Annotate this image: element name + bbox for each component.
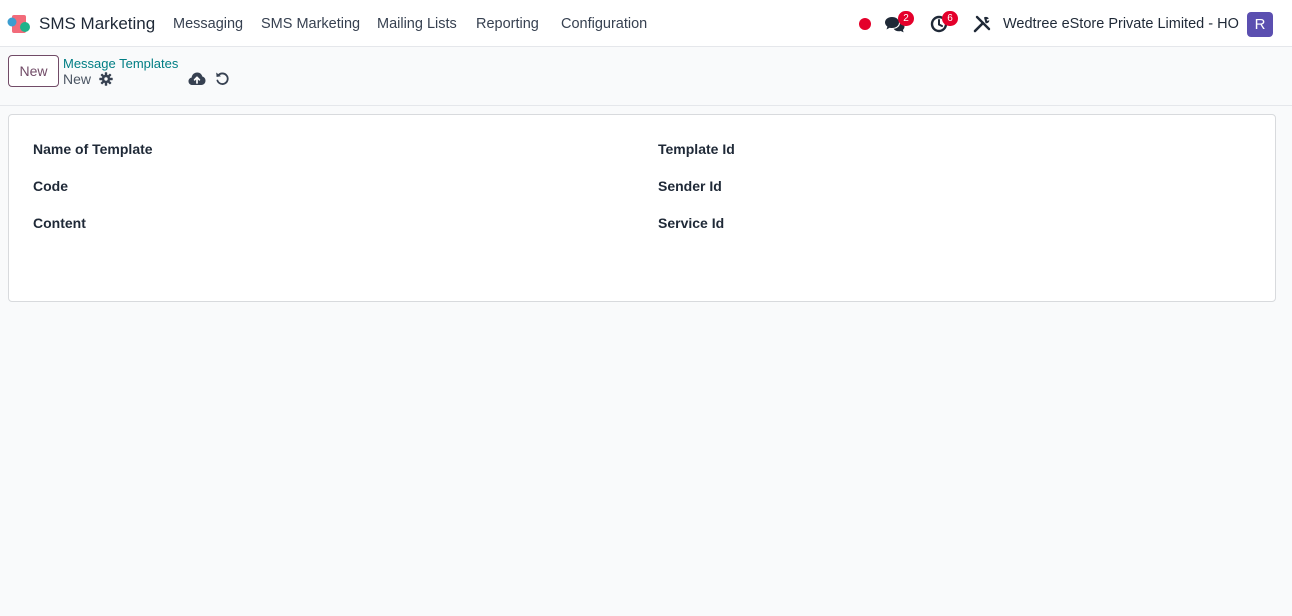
chat-count-badge: 2 bbox=[898, 11, 914, 26]
cloud-upload-icon[interactable] bbox=[188, 71, 206, 86]
field-label-name-of-template: Name of Template bbox=[33, 141, 153, 157]
field-label-code: Code bbox=[33, 178, 68, 194]
activity-count-badge: 6 bbox=[942, 11, 958, 26]
top-navbar: SMS Marketing Messaging SMS Marketing Ma… bbox=[0, 0, 1292, 47]
breadcrumb-message-templates[interactable]: Message Templates bbox=[63, 56, 178, 71]
company-switcher[interactable]: Wedtree eStore Private Limited - HO bbox=[1003, 16, 1239, 32]
menu-item-sms-marketing[interactable]: SMS Marketing bbox=[261, 16, 360, 32]
menu-item-messaging[interactable]: Messaging bbox=[173, 16, 243, 32]
field-label-sender-id: Sender Id bbox=[658, 178, 722, 194]
user-avatar[interactable]: R bbox=[1247, 12, 1273, 37]
app-logo-icon[interactable] bbox=[7, 13, 31, 35]
new-button[interactable]: New bbox=[8, 55, 59, 87]
field-label-template-id: Template Id bbox=[658, 141, 735, 157]
breadcrumb-current: New bbox=[63, 71, 92, 87]
undo-icon[interactable] bbox=[215, 71, 230, 86]
menu-item-mailing-lists[interactable]: Mailing Lists bbox=[377, 16, 457, 32]
form-sheet: Name of Template Code Content Template I… bbox=[8, 114, 1276, 302]
field-label-service-id: Service Id bbox=[658, 215, 725, 231]
menu-item-configuration[interactable]: Configuration bbox=[561, 16, 647, 32]
control-panel-divider bbox=[0, 105, 1292, 106]
tools-icon[interactable] bbox=[973, 15, 991, 33]
field-label-content: Content bbox=[33, 215, 86, 231]
gear-icon[interactable] bbox=[99, 72, 113, 86]
status-indicator[interactable] bbox=[859, 18, 871, 30]
menu-item-reporting[interactable]: Reporting bbox=[476, 16, 539, 32]
app-name[interactable]: SMS Marketing bbox=[39, 14, 155, 34]
